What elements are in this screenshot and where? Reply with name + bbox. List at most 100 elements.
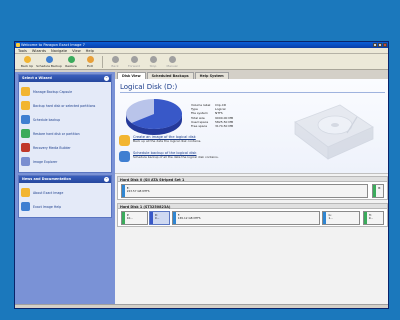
schedule-backup-desc: Schedule backup of all the data the logi… bbox=[133, 155, 219, 159]
menu-view[interactable]: View bbox=[72, 48, 81, 53]
collapse-icon[interactable]: ^ bbox=[104, 177, 109, 182]
task-restore-hard-disk[interactable]: Restore hard disk or partition bbox=[21, 127, 109, 140]
partition-block[interactable]: H: 9... bbox=[362, 211, 385, 225]
disk-map: Hard Disk 0 (SiI ATA Striped Set 1 E: 223.… bbox=[115, 174, 388, 308]
collapse-icon[interactable]: ^ bbox=[104, 76, 109, 81]
backup-icon bbox=[23, 55, 31, 63]
image-explorer-icon bbox=[21, 157, 30, 166]
back-icon bbox=[111, 55, 119, 63]
partition-label: E: 223.57 GB NTFS bbox=[126, 186, 150, 194]
minimize-button[interactable] bbox=[373, 43, 377, 47]
app-window: Welcome to Paragon Exact Image 7 Tools W… bbox=[14, 41, 389, 309]
toolbar-separator bbox=[102, 55, 103, 68]
tab-scheduled-backups[interactable]: Scheduled Backups bbox=[146, 72, 194, 79]
disk-0-partition-bar: E: 223.57 GB NTFS B: bbox=[117, 182, 388, 200]
partition-color-bar bbox=[363, 212, 367, 224]
about-exact-image-icon bbox=[21, 188, 30, 197]
hard-drive-illustration bbox=[294, 104, 374, 160]
backup-hard-disk-label: Backup hard disk or selected partitions bbox=[33, 103, 96, 108]
menu-navigate[interactable]: Navigate bbox=[51, 48, 67, 53]
partition-size: 9... bbox=[368, 216, 374, 221]
close-button[interactable] bbox=[383, 43, 387, 47]
partition-block[interactable]: G: 1... bbox=[322, 211, 361, 225]
menu-wizards[interactable]: Wizards bbox=[32, 48, 46, 53]
recovery-media-builder-label: Recovery Media Builder bbox=[33, 145, 71, 150]
restore-button[interactable]: Restore bbox=[62, 55, 80, 69]
wizard-panel-header[interactable]: Select a Wizard ^ bbox=[19, 75, 111, 82]
manual-button[interactable]: Manual bbox=[163, 55, 181, 69]
task-recovery-media-builder[interactable]: Recovery Media Builder bbox=[21, 141, 109, 154]
tab-help-system[interactable]: Help System bbox=[194, 72, 229, 79]
back-button[interactable]: Back bbox=[106, 55, 124, 69]
back-label: Back bbox=[111, 63, 119, 68]
restore-label: Restore bbox=[65, 63, 77, 68]
exact-image-help-label: Exact Image Help bbox=[33, 204, 62, 209]
partition-color-bar bbox=[323, 212, 327, 224]
partition-color-bar bbox=[373, 185, 377, 197]
property-row: Free space 3174.50 MB bbox=[191, 124, 233, 128]
disk-0: Hard Disk 0 (SiI ATA Striped Set 1 E: 223.… bbox=[117, 176, 388, 200]
stop-button[interactable]: Stop bbox=[144, 55, 162, 69]
disk-map-empty-area bbox=[117, 230, 388, 300]
disk-info-panel: Logical Disk (D:) Volume label Clip-CD Typ… bbox=[115, 79, 388, 174]
exact-image-help-icon bbox=[21, 202, 30, 211]
wizard-list: Manage Backup Capsule Backup hard disk or… bbox=[19, 82, 111, 172]
partition-color-bar bbox=[172, 212, 176, 224]
partition-block[interactable]: B: bbox=[372, 184, 385, 198]
window-title: Welcome to Paragon Exact Image 7 bbox=[21, 43, 85, 47]
partition-block[interactable]: D: 9... bbox=[148, 211, 171, 225]
menu-help[interactable]: Help bbox=[86, 48, 94, 53]
disk-1: Hard Disk 1 (ST3250823A) P: 10... D: 9... F: 1… bbox=[117, 203, 388, 227]
task-backup-hard-disk[interactable]: Backup hard disk or selected partitions bbox=[21, 99, 109, 112]
task-image-explorer[interactable]: Image Explorer bbox=[21, 155, 109, 168]
wizard-panel-title: Select a Wizard bbox=[22, 76, 52, 80]
news-panel: News and Documentation ^ About Exact Ima… bbox=[18, 175, 112, 218]
schedule-backup-action[interactable]: Schedule backup of the logical disk Sche… bbox=[119, 151, 219, 162]
forward-label: Forward bbox=[127, 63, 141, 68]
tab-disk-view[interactable]: Disk View bbox=[117, 72, 146, 79]
disk-1-partition-bar: P: 10... D: 9... F: 165.12 GB NTFS G: 1... H: 9..… bbox=[117, 209, 388, 227]
app-icon bbox=[16, 43, 20, 47]
exit-label: Exit bbox=[87, 63, 93, 68]
toolbar: Back Up Schedule Backup Restore Exit Back For… bbox=[15, 54, 388, 70]
schedule-backup-label: Schedule Backup bbox=[36, 63, 62, 68]
partition-size: 165.12 GB NTFS bbox=[177, 216, 201, 221]
property-key: Free space bbox=[191, 124, 208, 129]
manage-backup-capsule-icon bbox=[21, 87, 30, 96]
manage-backup-capsule-label: Manage Backup Capsule bbox=[33, 89, 73, 94]
task-exact-image-help[interactable]: Exact Image Help bbox=[21, 200, 109, 213]
partition-color-bar bbox=[121, 185, 125, 197]
schedule-backup-button[interactable]: Schedule Backup bbox=[36, 55, 62, 69]
partition-letter: B: bbox=[378, 186, 382, 190]
task-about-exact-image[interactable]: About Exact Image bbox=[21, 186, 109, 199]
restore-icon bbox=[67, 55, 75, 63]
maximize-button[interactable] bbox=[378, 43, 382, 47]
partition-size: 223.57 GB NTFS bbox=[126, 189, 150, 194]
partition-label: P: 10... bbox=[127, 213, 133, 221]
schedule-backup-icon bbox=[21, 115, 30, 124]
about-exact-image-label: About Exact Image bbox=[33, 190, 64, 195]
news-panel-header[interactable]: News and Documentation ^ bbox=[19, 176, 111, 183]
task-manage-backup-capsule[interactable]: Manage Backup Capsule bbox=[21, 85, 109, 98]
create-image-icon bbox=[119, 135, 130, 146]
menu-tools[interactable]: Tools bbox=[18, 48, 27, 53]
partition-block[interactable]: P: 10... bbox=[120, 211, 148, 225]
schedule-backup-icon bbox=[119, 151, 130, 162]
create-image-desc: Back up all the data the logical disk co… bbox=[133, 139, 202, 143]
create-image-action[interactable]: Create an image of the logical disk Back… bbox=[119, 135, 201, 146]
forward-icon bbox=[130, 55, 138, 63]
forward-button[interactable]: Forward bbox=[125, 55, 143, 69]
partition-label: B: bbox=[378, 186, 382, 190]
back-up-button[interactable]: Back Up bbox=[18, 55, 36, 69]
partition-block[interactable]: E: 223.57 GB NTFS bbox=[120, 184, 369, 198]
partition-label: H: 9... bbox=[368, 213, 374, 221]
sidebar: Select a Wizard ^ Manage Backup Capsule B… bbox=[15, 72, 115, 308]
exit-button[interactable]: Exit bbox=[81, 55, 99, 69]
status-bar bbox=[15, 304, 388, 308]
partition-label: G: 1... bbox=[328, 213, 332, 221]
task-schedule-backup[interactable]: Schedule backup bbox=[21, 113, 109, 126]
partition-block[interactable]: F: 165.12 GB NTFS bbox=[171, 211, 320, 225]
title-bar[interactable]: Welcome to Paragon Exact Image 7 bbox=[15, 42, 388, 48]
disk-properties: Volume label Clip-CD Type Logical File syste… bbox=[191, 103, 233, 128]
stop-icon bbox=[149, 55, 157, 63]
